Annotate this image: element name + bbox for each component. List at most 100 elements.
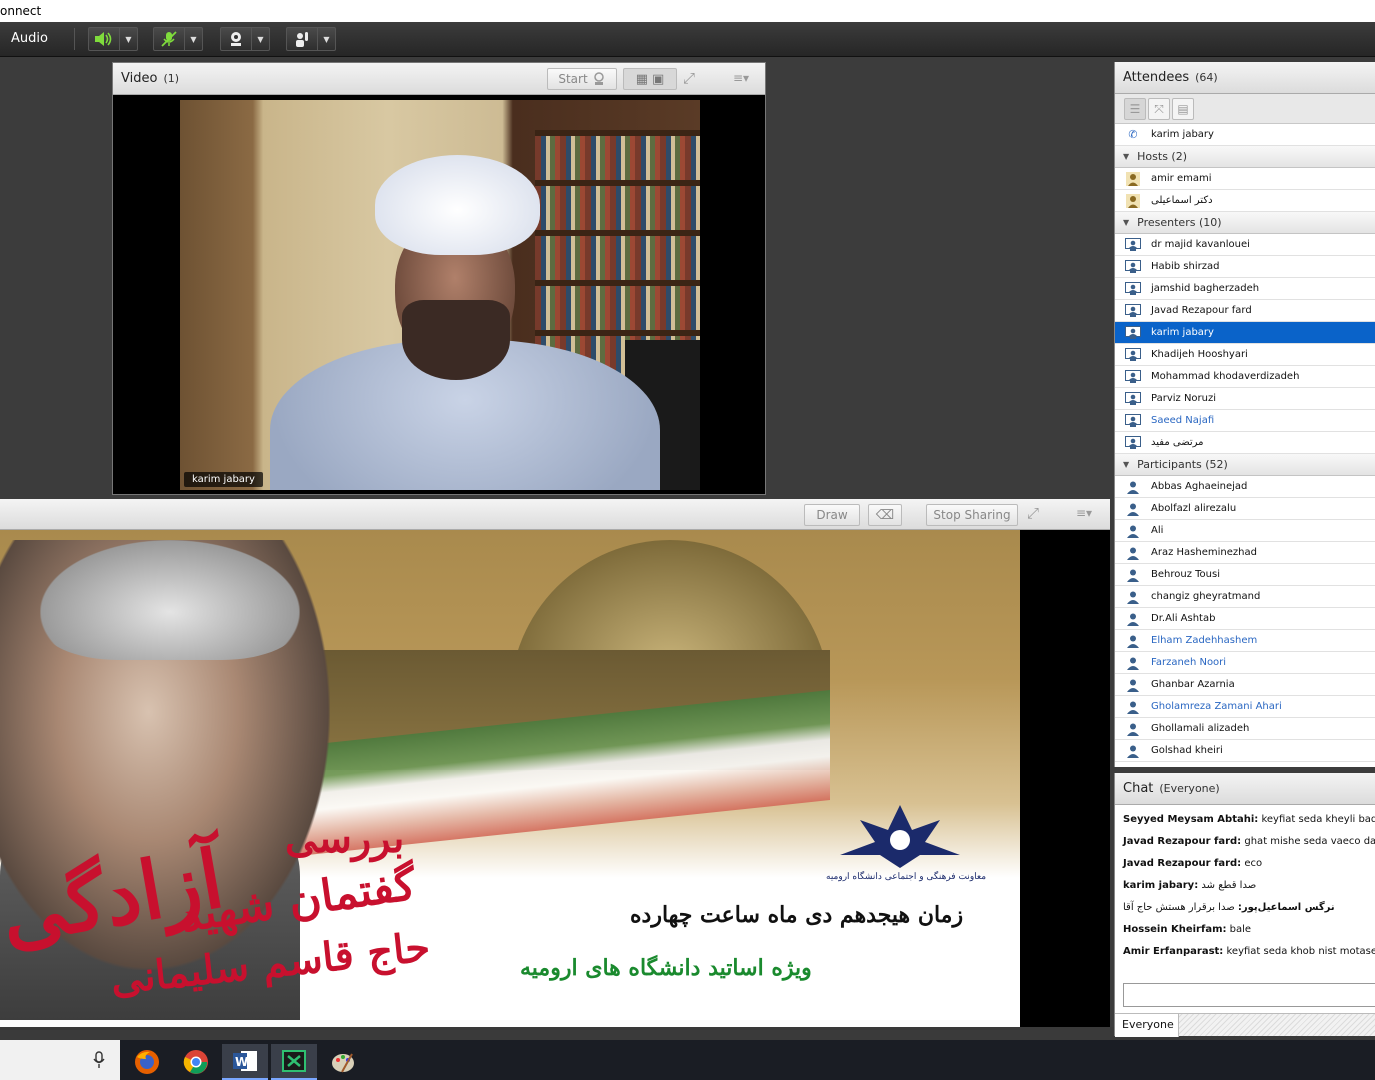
window-title: onnect [0, 4, 42, 18]
chat-text: keyfiat seda kheyli bade [1261, 814, 1375, 825]
chat-text: eco [1244, 858, 1263, 869]
grid-layout-icon[interactable]: ▦ [636, 72, 648, 87]
chat-message-list: Seyyed Meysam Abtahi: keyfiat seda kheyl… [1115, 805, 1375, 963]
participant-name: Abolfazl alirezalu [1151, 503, 1237, 514]
participant-avatar-icon [1124, 744, 1142, 758]
raise-hand-button[interactable]: ▼ [286, 27, 336, 51]
participant-avatar-icon [1124, 656, 1142, 670]
presenter-avatar-icon [1124, 413, 1142, 428]
pod-menu-icon[interactable]: ≡▾ [733, 71, 749, 85]
host-row[interactable]: amir emami [1115, 168, 1375, 190]
chat-input[interactable] [1123, 983, 1375, 1007]
participant-row[interactable]: Ali [1115, 520, 1375, 542]
participant-row[interactable]: Elham Zadehhashem [1115, 630, 1375, 652]
chevron-down-icon[interactable]: ▼ [119, 28, 137, 50]
presenter-row[interactable]: Habib shirzad [1115, 256, 1375, 278]
fullscreen-icon[interactable]: ⤢ [1027, 504, 1039, 522]
phone-icon: ✆ [1128, 128, 1138, 141]
pod-menu-icon[interactable]: ≡▾ [1076, 506, 1092, 520]
chat-target-selector[interactable]: Everyone [1115, 1014, 1179, 1037]
microphone-icon[interactable] [92, 1051, 106, 1069]
participant-row[interactable]: Ghanbar Azarnia [1115, 674, 1375, 696]
presenter-row[interactable]: dr majid kavanlouei [1115, 234, 1375, 256]
firefox-icon[interactable] [124, 1044, 170, 1080]
presenter-row[interactable]: Parviz Noruzi [1115, 388, 1375, 410]
chat-message: Javad Rezapour fard: eco [1115, 853, 1375, 875]
presenter-name: dr majid kavanlouei [1151, 239, 1250, 250]
presenter-row[interactable]: Mohammad khodaverdizadeh [1115, 366, 1375, 388]
chat-text: صدا قطع شد [1201, 880, 1257, 891]
chevron-down-icon[interactable]: ▼ [317, 28, 335, 50]
fullscreen-icon[interactable]: ⤢ [683, 69, 695, 87]
stop-sharing-button[interactable]: Stop Sharing [926, 504, 1018, 526]
start-webcam-button[interactable]: Start [547, 68, 617, 90]
participant-row[interactable]: Farzaneh Noori [1115, 652, 1375, 674]
presenters-group[interactable]: ▼ Presenters (10) [1115, 212, 1375, 234]
chevron-down-icon[interactable]: ▼ [184, 28, 202, 50]
chat-message: karim jabary: صدا قطع شد [1115, 875, 1375, 897]
microphone-muted-icon[interactable] [154, 28, 184, 50]
participant-row[interactable]: Araz Hasheminezhad [1115, 542, 1375, 564]
participant-row[interactable]: Abolfazl alirezalu [1115, 498, 1375, 520]
microphone-button[interactable]: ▼ [153, 27, 203, 51]
presenter-row[interactable]: مرتضی مفید [1115, 432, 1375, 454]
participant-row[interactable]: changiz gheyratmand [1115, 586, 1375, 608]
my-name: karim jabary [1151, 129, 1214, 140]
paint-icon[interactable] [320, 1044, 366, 1080]
single-layout-icon[interactable]: ▣ [652, 72, 664, 87]
chrome-icon[interactable] [173, 1044, 219, 1080]
participant-row[interactable]: Ghollamali alizadeh [1115, 718, 1375, 740]
adobe-connect-icon[interactable] [271, 1044, 317, 1080]
draw-button[interactable]: Draw [804, 504, 860, 526]
webcam-button[interactable]: ▼ [220, 27, 270, 51]
my-status-row[interactable]: ✆ karim jabary [1115, 124, 1375, 146]
video-name-tag: karim jabary [184, 472, 263, 487]
presenter-avatar-icon [1124, 347, 1142, 362]
presenter-row[interactable]: Javad Rezapour fard [1115, 300, 1375, 322]
eraser-button[interactable]: ⌫ [868, 504, 902, 526]
speaker-button[interactable]: ▼ [88, 27, 138, 51]
word-icon[interactable]: W [222, 1044, 268, 1080]
participant-row[interactable]: Gholamreza Zamani Ahari [1115, 696, 1375, 718]
toolbar-separator [74, 28, 75, 50]
speaker-icon[interactable] [89, 28, 119, 50]
collapse-triangle-icon[interactable]: ▼ [1123, 218, 1129, 227]
attendees-pod-title: Attendees (64) [1123, 70, 1218, 85]
host-avatar-icon [1124, 193, 1142, 208]
speaker-beard [402, 300, 510, 380]
layout-toggle[interactable]: ▦ ▣ [623, 68, 677, 90]
audio-menu[interactable]: Audio [11, 31, 48, 46]
presenter-row[interactable]: jamshid bagherzadeh [1115, 278, 1375, 300]
eraser-icon: ⌫ [875, 507, 895, 523]
taskbar-search-box[interactable] [0, 1040, 120, 1080]
presenter-row[interactable]: karim jabary [1115, 322, 1375, 344]
chat-sender: Hossein Kheirfam: [1123, 924, 1227, 935]
host-avatar-icon [1124, 171, 1142, 186]
window-titlebar: onnect [0, 0, 1375, 22]
presenter-row[interactable]: Khadijeh Hooshyari [1115, 344, 1375, 366]
start-label: Start [558, 72, 588, 86]
presenter-row[interactable]: Saeed Najafi [1115, 410, 1375, 432]
participant-avatar-icon [1124, 546, 1142, 560]
webcam-icon[interactable] [221, 28, 251, 50]
participant-name: Ghollamali alizadeh [1151, 723, 1250, 734]
list-view-icon[interactable]: ☰ [1124, 98, 1146, 120]
presenter-name: Saeed Najafi [1151, 415, 1215, 426]
speaker-turban [375, 155, 540, 255]
participant-row[interactable]: Abbas Aghaeinejad [1115, 476, 1375, 498]
collapse-triangle-icon[interactable]: ▼ [1123, 152, 1129, 161]
host-row[interactable]: دکتر اسماعیلی [1115, 190, 1375, 212]
chevron-down-icon[interactable]: ▼ [251, 28, 269, 50]
collapse-triangle-icon[interactable]: ▼ [1123, 460, 1129, 469]
participant-row[interactable]: Behrouz Tousi [1115, 564, 1375, 586]
raise-hand-icon[interactable] [287, 28, 317, 50]
attendee-status-icon[interactable]: ▤ [1172, 98, 1194, 120]
breakout-view-icon[interactable]: ⤧ [1148, 98, 1170, 120]
hosts-group[interactable]: ▼ Hosts (2) [1115, 146, 1375, 168]
participant-row[interactable]: Golshad kheiri [1115, 740, 1375, 762]
participant-row[interactable]: Dr.Ali Ashtab [1115, 608, 1375, 630]
presenter-avatar-icon [1124, 435, 1142, 450]
participants-group[interactable]: ▼ Participants (52) [1115, 454, 1375, 476]
chat-sender: نرگس اسماعیل‌پور: [1237, 902, 1335, 913]
draw-label: Draw [816, 508, 848, 522]
